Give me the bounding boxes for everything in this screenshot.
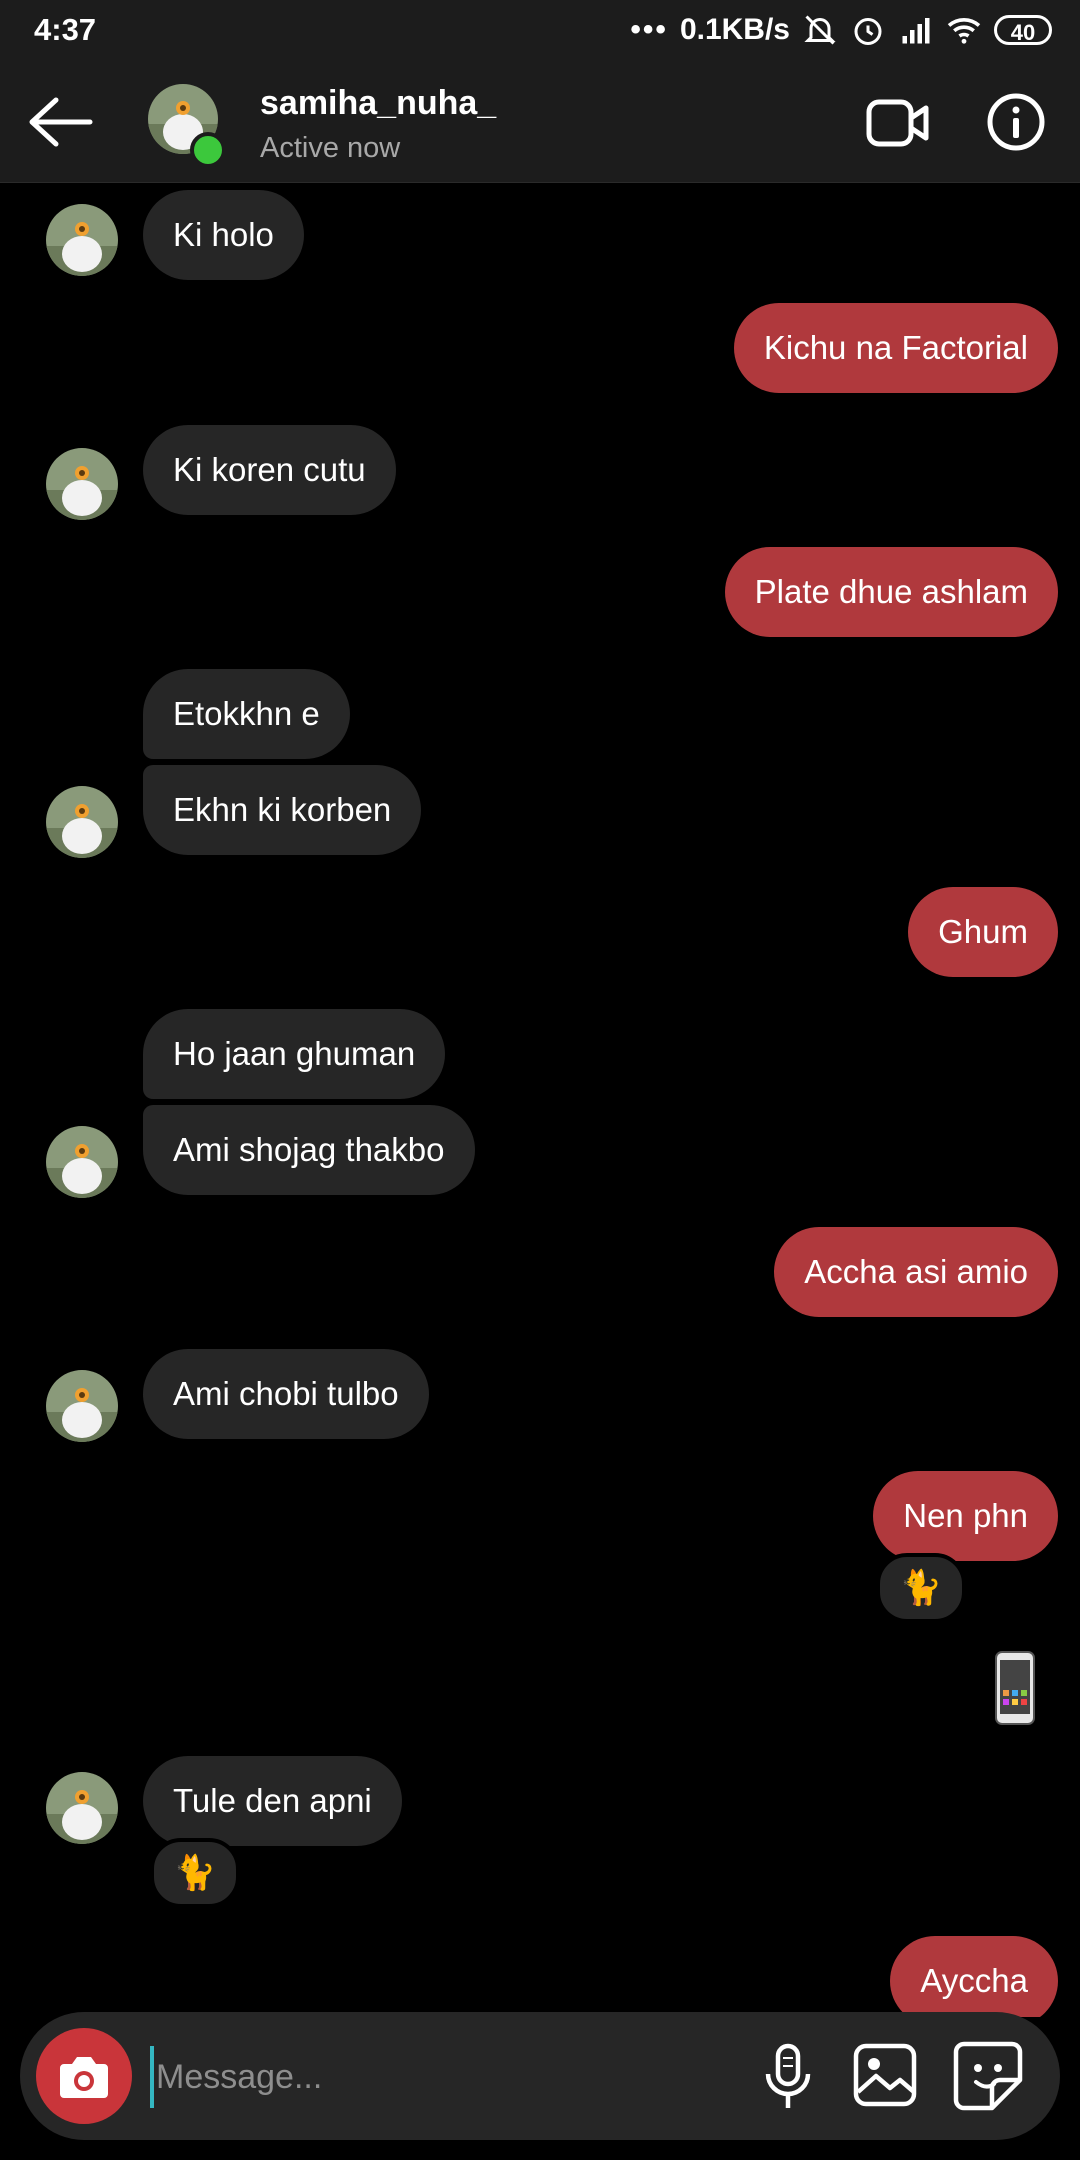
message-input[interactable]: [150, 2046, 718, 2108]
signal-icon: [902, 18, 930, 44]
network-speed: 0.1KB/s: [679, 13, 790, 46]
online-indicator: [190, 132, 226, 168]
gallery-icon[interactable]: [852, 2042, 918, 2108]
mute-bell-icon: [804, 15, 836, 45]
sent-message[interactable]: Accha asi amio: [774, 1227, 1058, 1317]
video-call-icon[interactable]: [866, 96, 930, 150]
wifi-icon: [947, 18, 981, 44]
sent-message[interactable]: Plate dhue ashlam: [724, 547, 1058, 637]
camera-button[interactable]: [36, 2028, 132, 2124]
battery-icon: 40: [994, 15, 1052, 45]
camera-icon: [60, 2057, 108, 2098]
received-message[interactable]: Ki holo: [143, 190, 304, 280]
username[interactable]: samiha_nuha_: [260, 84, 496, 123]
received-message[interactable]: Tule den apni: [143, 1756, 402, 1846]
sent-message[interactable]: Ghum: [908, 887, 1058, 977]
message-reaction[interactable]: 🐈: [876, 1553, 966, 1623]
received-message[interactable]: Ami chobi tulbo: [143, 1349, 429, 1439]
sent-message[interactable]: Kichu na Factorial: [733, 303, 1058, 393]
status-bar: 4:37 ••• 0.1KB/s 40: [0, 0, 1080, 62]
info-icon[interactable]: [986, 92, 1046, 152]
dots-icon: •••: [630, 13, 668, 46]
chat-header: samiha_nuha_ Active now: [0, 62, 1080, 183]
avatar[interactable]: [46, 204, 118, 276]
avatar[interactable]: [46, 1772, 118, 1844]
active-status: Active now: [260, 132, 401, 164]
message-list[interactable]: Ki holo Kichu na Factorial Ki koren cutu…: [0, 182, 1080, 2017]
sent-message[interactable]: Ayccha: [890, 1936, 1058, 2017]
avatar[interactable]: [46, 448, 118, 520]
sent-message[interactable]: Nen phn: [873, 1471, 1058, 1561]
received-message[interactable]: Ekhn ki korben: [143, 765, 422, 855]
phone-sticker[interactable]: [994, 1650, 1036, 1726]
alarm-icon: [854, 18, 882, 45]
received-message[interactable]: Ami shojag thakbo: [143, 1105, 475, 1195]
received-message[interactable]: Ki koren cutu: [143, 425, 396, 515]
sticker-icon[interactable]: [952, 2040, 1024, 2112]
microphone-icon[interactable]: [758, 2042, 818, 2112]
received-message[interactable]: Etokkhn e: [143, 669, 350, 759]
avatar[interactable]: [46, 1370, 118, 1442]
avatar[interactable]: [46, 1126, 118, 1198]
message-reaction[interactable]: 🐈: [150, 1838, 240, 1908]
status-time: 4:37: [34, 12, 97, 47]
avatar[interactable]: [46, 786, 118, 858]
back-arrow-icon[interactable]: [26, 94, 96, 150]
message-composer: [20, 2012, 1060, 2140]
received-message[interactable]: Ho jaan ghuman: [143, 1009, 446, 1099]
status-icons: ••• 0.1KB/s 40: [630, 12, 1052, 48]
